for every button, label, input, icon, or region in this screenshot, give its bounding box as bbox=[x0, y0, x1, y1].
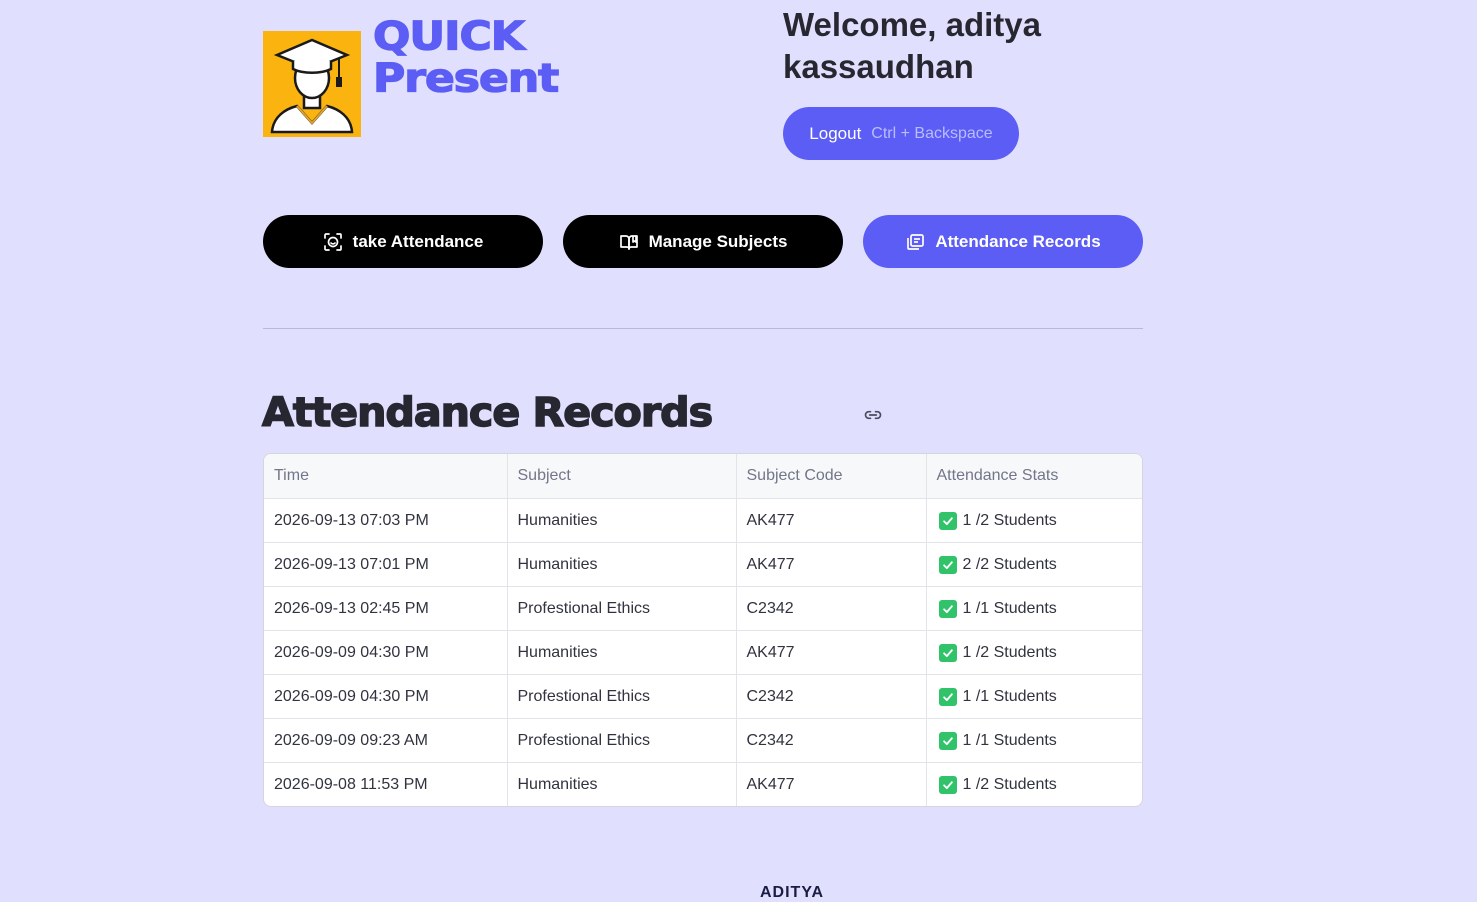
cell-subject-code[interactable]: C2342 bbox=[736, 586, 927, 631]
cell-subject[interactable]: Humanities bbox=[507, 762, 737, 806]
face-scan-icon bbox=[323, 232, 342, 251]
logout-button[interactable]: Logout Ctrl + Backspace bbox=[783, 107, 1019, 160]
cell-time[interactable]: 2026-09-09 04:30 PM bbox=[264, 674, 508, 719]
take-attendance-button[interactable]: take Attendance bbox=[263, 215, 543, 268]
check-mark-icon bbox=[938, 687, 957, 706]
table-row[interactable]: 2026-09-13 02:45 PM Profestional Ethics C2… bbox=[264, 586, 1142, 631]
attendance-stat: 1 /2 Students bbox=[937, 511, 1133, 530]
attendance-stat-text: 1 /1 Students bbox=[962, 687, 1057, 705]
cell-attendance-stats[interactable]: 1 /1 Students bbox=[926, 674, 1142, 719]
cell-attendance-stats[interactable]: 1 /2 Students bbox=[926, 763, 1142, 807]
brand-line-1: QUICK bbox=[372, 13, 525, 60]
check-mark-icon bbox=[938, 599, 957, 618]
column-header-subject[interactable]: Subject bbox=[507, 454, 737, 499]
cell-subject-code[interactable]: AK477 bbox=[736, 542, 927, 587]
cell-subject[interactable]: Humanities bbox=[507, 630, 737, 675]
attendance-records-table[interactable]: Time Subject Subject Code Attendance Sta… bbox=[263, 453, 1143, 807]
manage-subjects-label: Manage Subjects bbox=[648, 231, 788, 251]
check-mark-icon bbox=[938, 555, 957, 574]
table-row[interactable]: 2026-09-13 07:03 PM Humanities AK477 1 /2 S… bbox=[264, 498, 1142, 543]
attendance-stat: 1 /1 Students bbox=[937, 731, 1133, 750]
cell-subject-code[interactable]: C2342 bbox=[736, 718, 927, 763]
attendance-stat: 2 /2 Students bbox=[937, 555, 1133, 574]
attendance-stat-text: 1 /1 Students bbox=[962, 599, 1057, 617]
check-mark-icon bbox=[938, 643, 957, 662]
attendance-stat-text: 1 /2 Students bbox=[962, 511, 1057, 529]
take-attendance-label: take Attendance bbox=[352, 231, 484, 251]
column-header-subject-code[interactable]: Subject Code bbox=[736, 454, 927, 499]
cell-attendance-stats[interactable]: 1 /2 Students bbox=[926, 630, 1142, 675]
welcome-heading: Welcome, aditya kassaudhan bbox=[783, 6, 1041, 85]
cell-attendance-stats[interactable]: 1 /1 Students bbox=[926, 586, 1142, 631]
cell-subject-code[interactable]: AK477 bbox=[736, 498, 927, 543]
cell-attendance-stats[interactable]: 1 /1 Students bbox=[926, 718, 1142, 763]
logout-label: Logout bbox=[809, 123, 862, 143]
attendance-stat-text: 2 /2 Students bbox=[962, 555, 1057, 573]
table-row[interactable]: 2026-09-08 11:53 PM Humanities AK477 1 /2 S… bbox=[264, 762, 1142, 807]
cell-time[interactable]: 2026-09-13 07:03 PM bbox=[264, 498, 508, 543]
cell-subject-code[interactable]: C2342 bbox=[736, 674, 927, 719]
cell-subject[interactable]: Profestional Ethics bbox=[507, 718, 737, 763]
attendance-records-label: Attendance Records bbox=[935, 231, 1101, 251]
cell-subject-code[interactable]: AK477 bbox=[736, 762, 927, 806]
check-mark-icon bbox=[938, 731, 957, 750]
table-row[interactable]: 2026-09-09 09:23 AM Profestional Ethics C2… bbox=[264, 718, 1142, 763]
cell-time[interactable]: 2026-09-13 02:45 PM bbox=[264, 586, 508, 631]
cell-time[interactable]: 2026-09-13 07:01 PM bbox=[264, 542, 508, 587]
attendance-stat-text: 1 /1 Students bbox=[962, 731, 1057, 749]
cell-time[interactable]: 2026-09-09 09:23 AM bbox=[264, 718, 508, 763]
check-mark-icon bbox=[938, 775, 957, 794]
table-header-row: Time Subject Subject Code Attendance Sta… bbox=[264, 454, 1142, 499]
page-title: Attendance Records bbox=[261, 389, 714, 437]
cell-subject[interactable]: Profestional Ethics bbox=[507, 586, 737, 631]
records-icon bbox=[907, 233, 925, 250]
cell-subject[interactable]: Humanities bbox=[507, 498, 737, 543]
table-row[interactable]: 2026-09-09 04:30 PM Profestional Ethics C2… bbox=[264, 674, 1142, 719]
manage-subjects-button[interactable]: Manage Subjects bbox=[563, 215, 843, 268]
footer-text: ADITYA bbox=[760, 884, 825, 901]
attendance-stat: 1 /2 Students bbox=[937, 643, 1133, 662]
table-row[interactable]: 2026-09-13 07:01 PM Humanities AK477 2 /2 S… bbox=[264, 542, 1142, 587]
logo bbox=[263, 31, 361, 137]
cell-subject[interactable]: Humanities bbox=[507, 542, 737, 587]
brand-wordmark: QUICK Present bbox=[372, 13, 560, 103]
cell-attendance-stats[interactable]: 1 /2 Students bbox=[926, 498, 1142, 543]
brand-line-2: Present bbox=[372, 55, 560, 102]
table-row[interactable]: 2026-09-09 04:30 PM Humanities AK477 1 /2 S… bbox=[264, 630, 1142, 675]
link-icon[interactable] bbox=[862, 405, 884, 425]
book-icon bbox=[619, 234, 638, 250]
attendance-stat: 1 /1 Students bbox=[937, 599, 1133, 618]
cell-attendance-stats[interactable]: 2 /2 Students bbox=[926, 542, 1142, 587]
attendance-stat-text: 1 /2 Students bbox=[962, 775, 1057, 793]
attendance-stat: 1 /1 Students bbox=[937, 687, 1133, 706]
column-header-attendance-stats[interactable]: Attendance Stats bbox=[926, 454, 1142, 499]
cell-subject-code[interactable]: AK477 bbox=[736, 630, 927, 675]
cell-subject[interactable]: Profestional Ethics bbox=[507, 674, 737, 719]
check-mark-icon bbox=[938, 511, 957, 530]
cell-time[interactable]: 2026-09-08 11:53 PM bbox=[264, 762, 508, 806]
attendance-records-button[interactable]: Attendance Records bbox=[863, 215, 1143, 268]
logout-shortcut-hint: Ctrl + Backspace bbox=[871, 124, 993, 142]
graduate-icon bbox=[270, 38, 354, 134]
cell-time[interactable]: 2026-09-09 04:30 PM bbox=[264, 630, 508, 675]
attendance-stat-text: 1 /2 Students bbox=[962, 643, 1057, 661]
divider bbox=[263, 328, 1143, 329]
column-header-time[interactable]: Time bbox=[264, 454, 508, 499]
attendance-stat: 1 /2 Students bbox=[937, 775, 1133, 794]
